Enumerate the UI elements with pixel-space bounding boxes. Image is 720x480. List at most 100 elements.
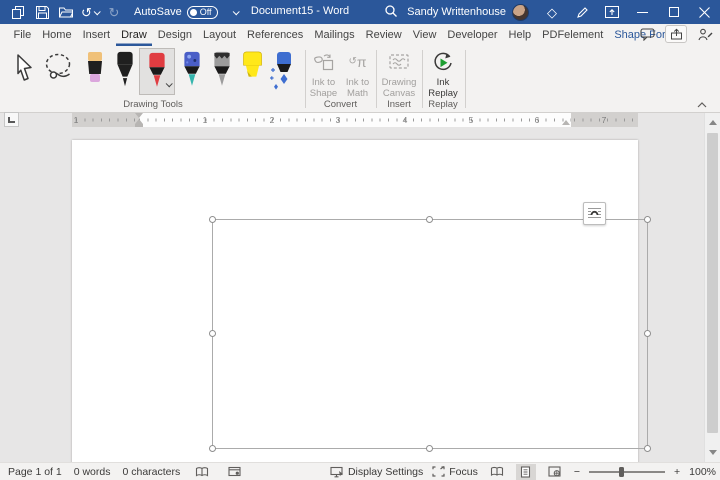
resize-handle-nw[interactable] bbox=[209, 216, 216, 223]
vertical-scrollbar[interactable] bbox=[704, 113, 720, 462]
statusbar-right: Display Settings Focus − + 100% bbox=[330, 463, 716, 480]
resize-handle-ne[interactable] bbox=[644, 216, 651, 223]
maximize-button[interactable] bbox=[658, 0, 689, 24]
quick-access-toolbar: ↺ ↻ bbox=[6, 1, 126, 23]
group-separator bbox=[305, 50, 306, 108]
drawing-canvas-button[interactable]: Drawing Canvas bbox=[378, 49, 420, 99]
toggle-dot bbox=[190, 9, 197, 16]
scroll-down-icon[interactable] bbox=[705, 445, 720, 460]
ribbon-display-options-icon[interactable] bbox=[597, 0, 627, 24]
tab-design[interactable]: Design bbox=[152, 24, 197, 46]
tab-references[interactable]: References bbox=[242, 24, 309, 46]
resize-handle-e[interactable] bbox=[644, 330, 651, 337]
share-icon[interactable] bbox=[665, 25, 687, 43]
resize-handle-w[interactable] bbox=[209, 330, 216, 337]
read-mode-button[interactable] bbox=[487, 464, 507, 480]
lasso-icon bbox=[43, 50, 75, 90]
focus-button[interactable]: Focus bbox=[432, 466, 478, 478]
proofing-book-icon[interactable] bbox=[192, 464, 212, 480]
comments-icon[interactable] bbox=[636, 25, 658, 43]
tab-home[interactable]: Home bbox=[37, 24, 77, 46]
collapse-ribbon-icon[interactable] bbox=[694, 100, 710, 110]
macro-record-icon[interactable] bbox=[224, 464, 244, 480]
page-indicator[interactable]: Page 1 of 1 bbox=[8, 466, 62, 478]
tab-view[interactable]: View bbox=[407, 24, 442, 46]
pen-galaxy-tool[interactable] bbox=[177, 50, 207, 94]
tab-stop-selector[interactable] bbox=[4, 112, 19, 127]
display-settings-button[interactable]: Display Settings bbox=[330, 466, 423, 478]
document-page[interactable] bbox=[72, 140, 638, 462]
resize-handle-se[interactable] bbox=[644, 445, 651, 452]
ruler-mark: 4 bbox=[403, 115, 408, 126]
web-layout-button[interactable] bbox=[545, 464, 565, 480]
pen-black-tool[interactable] bbox=[110, 50, 140, 94]
pen-black-icon bbox=[112, 50, 138, 90]
tab-developer[interactable]: Developer bbox=[442, 24, 503, 46]
scrollbar-thumb[interactable] bbox=[707, 133, 718, 433]
tab-review[interactable]: Review bbox=[360, 24, 407, 46]
save-icon[interactable] bbox=[30, 1, 54, 23]
horizontal-ruler[interactable]: 1 1 2 3 4 5 6 7 bbox=[72, 113, 638, 127]
zoom-in-button[interactable]: + bbox=[674, 466, 680, 478]
display-settings-icon bbox=[330, 466, 344, 478]
undo-dropdown-icon bbox=[94, 8, 101, 15]
action-pen-icon bbox=[268, 50, 298, 92]
pen-red-tool-selected[interactable] bbox=[139, 48, 175, 95]
ruler-mark: 3 bbox=[336, 115, 341, 126]
zoom-slider[interactable] bbox=[589, 465, 665, 479]
tab-mailings[interactable]: Mailings bbox=[309, 24, 360, 46]
ruler-row: 1 1 2 3 4 5 6 7 bbox=[0, 113, 720, 127]
first-line-indent-marker[interactable] bbox=[135, 113, 143, 118]
rewards-diamond-icon[interactable]: ◇ bbox=[537, 0, 567, 24]
tab-draw[interactable]: Draw bbox=[116, 24, 153, 46]
avatar[interactable] bbox=[512, 4, 529, 21]
search-icon[interactable] bbox=[384, 4, 404, 20]
ruler-mark: 5 bbox=[469, 115, 474, 126]
ink-to-math-button[interactable]: ↺π Ink to Math bbox=[341, 49, 374, 99]
titlebar-right: Sandy Writtenhouse ◇ bbox=[407, 0, 720, 24]
tab-file[interactable]: File bbox=[8, 24, 37, 46]
tab-layout[interactable]: Layout bbox=[198, 24, 242, 46]
zoom-out-button[interactable]: − bbox=[574, 466, 580, 478]
pen-galaxy-icon bbox=[179, 50, 205, 90]
highlighter-yellow-tool[interactable] bbox=[237, 50, 269, 94]
editor-person-icon[interactable] bbox=[694, 25, 716, 43]
document-area bbox=[0, 127, 704, 462]
layout-options-button[interactable] bbox=[583, 202, 606, 225]
lasso-select-tool[interactable] bbox=[42, 50, 76, 94]
user-name[interactable]: Sandy Writtenhouse bbox=[407, 6, 506, 18]
minimize-button[interactable] bbox=[627, 0, 658, 24]
select-tool[interactable] bbox=[8, 50, 38, 94]
zoom-thumb[interactable] bbox=[619, 467, 624, 477]
ink-replay-button[interactable]: Ink Replay bbox=[424, 49, 462, 99]
group-label-convert: Convert bbox=[307, 99, 374, 110]
word-count[interactable]: 0 words bbox=[74, 466, 111, 478]
ruler-mark: 1 bbox=[74, 115, 79, 126]
layout-options-icon bbox=[587, 206, 602, 221]
redo-icon[interactable]: ↻ bbox=[102, 1, 126, 23]
eraser-tool[interactable] bbox=[80, 50, 110, 94]
edit-pen-icon[interactable] bbox=[567, 0, 597, 24]
resize-handle-s[interactable] bbox=[426, 445, 433, 452]
undo-icon[interactable]: ↺ bbox=[78, 1, 102, 23]
scroll-up-icon[interactable] bbox=[705, 115, 720, 130]
character-count[interactable]: 0 characters bbox=[122, 466, 180, 478]
print-layout-icon bbox=[520, 466, 531, 478]
close-button[interactable] bbox=[689, 0, 720, 24]
selected-drawing-object[interactable] bbox=[212, 219, 648, 449]
print-layout-button[interactable] bbox=[516, 464, 536, 480]
resize-handle-sw[interactable] bbox=[209, 445, 216, 452]
focus-icon bbox=[432, 466, 445, 477]
open-icon[interactable] bbox=[54, 1, 78, 23]
tab-help[interactable]: Help bbox=[503, 24, 537, 46]
tab-pdfelement[interactable]: PDFelement bbox=[537, 24, 609, 46]
action-pen-blue-tool[interactable] bbox=[267, 50, 299, 94]
paste-icon[interactable] bbox=[6, 1, 30, 23]
tab-insert[interactable]: Insert bbox=[77, 24, 116, 46]
right-indent-marker[interactable] bbox=[562, 120, 570, 125]
resize-handle-n[interactable] bbox=[426, 216, 433, 223]
ink-to-math-icon: ↺π bbox=[341, 49, 374, 75]
pencil-gray-tool[interactable] bbox=[207, 50, 237, 94]
ink-to-shape-button[interactable]: Ink to Shape bbox=[307, 49, 340, 99]
zoom-level[interactable]: 100% bbox=[689, 466, 716, 478]
